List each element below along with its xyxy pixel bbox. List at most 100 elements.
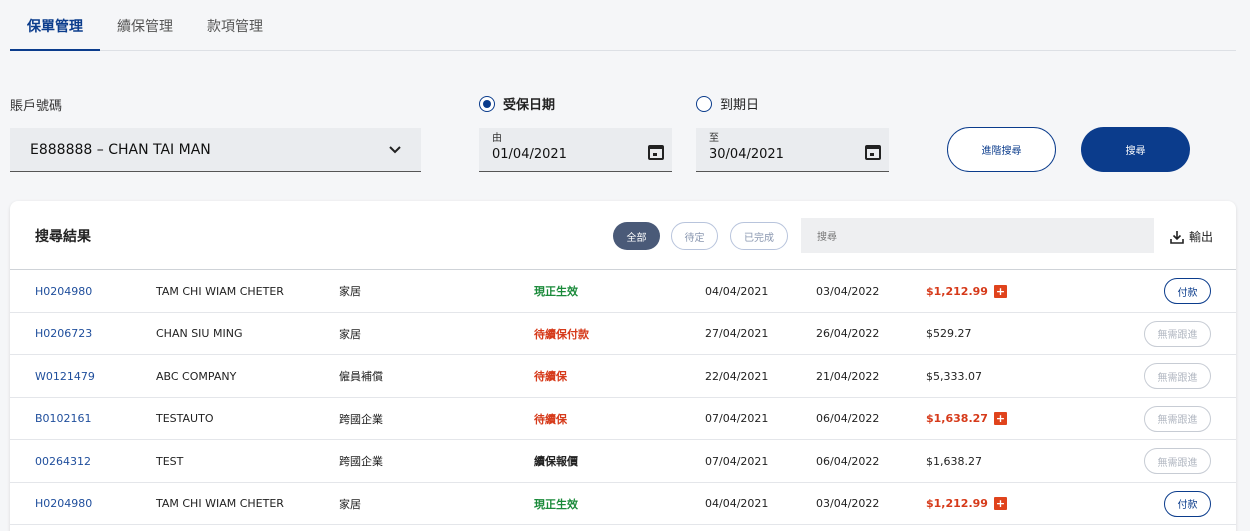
action-cell: 無需跟進 (1144, 355, 1211, 397)
filter-chip-completed[interactable]: 已完成 (730, 222, 788, 250)
no-follow-up-button: 無需跟進 (1144, 320, 1211, 347)
plus-icon[interactable]: + (993, 412, 1007, 425)
date-to-field[interactable]: 至 30/04/2021 (696, 128, 889, 172)
table-row: 00264312 TEST 跨國企業 續保報價 07/04/2021 06/04… (10, 440, 1236, 483)
end-date: 06/04/2022 (816, 454, 880, 468)
policy-number-link[interactable]: H0206723 (35, 313, 92, 355)
policy-type: 家居 (339, 327, 361, 341)
amount-value: $1,212.99 (926, 284, 988, 298)
action-cell: 無需跟進 (1144, 440, 1211, 482)
premium-amount: $1,638.27 + (926, 398, 1007, 440)
end-date: 06/04/2022 (816, 412, 880, 425)
no-follow-up-button: 無需跟進 (1144, 448, 1211, 474)
action-cell: 無需跟進 (1144, 313, 1211, 355)
policy-status: 待續保 (534, 412, 567, 426)
policy-type: 家居 (339, 497, 361, 511)
start-date: 22/04/2021 (705, 369, 769, 383)
table-row: B0102161 TESTAUTO 跨國企業 待續保 07/04/2021 06… (10, 398, 1236, 440)
date-to-value: 30/04/2021 (709, 147, 784, 162)
tab-payment-management[interactable]: 款項管理 (190, 0, 280, 51)
policy-holder: TAM CHI WIAM CHETER (156, 284, 284, 298)
no-follow-up-button: 無需跟進 (1144, 405, 1211, 432)
radio-checked-icon (479, 95, 495, 112)
amount-value: $1,638.27 (926, 454, 982, 468)
amount-value: $1,638.27 (926, 412, 988, 425)
policy-type: 跨國企業 (339, 455, 383, 468)
premium-amount: $5,333.07 (926, 355, 982, 397)
results-header: 搜尋結果 全部 待定 已完成 搜尋 輸出 (10, 201, 1236, 270)
tab-policy-management[interactable]: 保單管理 (10, 0, 100, 51)
account-label: 賬戶號碼 (10, 99, 63, 114)
filter-chip-pending[interactable]: 待定 (671, 222, 718, 250)
pay-button[interactable]: 付款 (1164, 490, 1211, 517)
action-cell: 付款 (1144, 270, 1211, 312)
policy-type: 跨國企業 (339, 412, 383, 426)
start-date: 07/04/2021 (705, 412, 769, 425)
results-title: 搜尋結果 (35, 229, 91, 245)
table-row: H0204980 TAM CHI WIAM CHETER 家居 現正生效 04/… (10, 270, 1236, 313)
date-from-field[interactable]: 由 01/04/2021 (479, 128, 672, 172)
policy-holder: TAM CHI WIAM CHETER (156, 497, 284, 510)
end-date: 03/04/2022 (816, 497, 880, 510)
policy-status: 現正生效 (534, 285, 578, 298)
end-date: 21/04/2022 (816, 369, 880, 383)
advanced-search-button[interactable]: 進階搜尋 (947, 127, 1056, 172)
end-date: 03/04/2022 (816, 284, 880, 298)
policy-number-link[interactable]: 00264312 (35, 440, 91, 482)
account-select[interactable]: E888888 – CHAN TAI MAN (10, 128, 421, 172)
radio-start-date[interactable]: 受保日期 (479, 94, 555, 113)
action-cell: 付款 (1144, 483, 1211, 525)
action-cell: 無需跟進 (1144, 398, 1211, 440)
date-from-caption: 由 (492, 133, 502, 144)
table-row: H0206723 CHAN SIU MING 家居 待續保付款 27/04/20… (10, 313, 1236, 355)
premium-amount: $1,638.27 (926, 440, 982, 482)
policy-type: 家居 (339, 285, 361, 298)
policy-type: 僱員補償 (339, 370, 383, 383)
tab-bar: 保單管理 續保管理 款項管理 (10, 0, 1236, 51)
amount-value: $1,212.99 (926, 497, 988, 510)
pay-button[interactable]: 付款 (1164, 278, 1211, 304)
results-search-input[interactable]: 搜尋 (801, 218, 1154, 253)
plus-icon[interactable]: + (993, 284, 1007, 298)
policy-number-link[interactable]: H0204980 (35, 270, 92, 312)
radio-expiry-date[interactable]: 到期日 (696, 94, 759, 113)
chevron-down-icon (389, 145, 401, 153)
policy-status: 現正生效 (534, 497, 578, 511)
policy-status: 續保報價 (534, 455, 578, 468)
policy-holder: ABC COMPANY (156, 369, 237, 383)
plus-icon[interactable]: + (993, 497, 1007, 510)
start-date: 04/04/2021 (705, 284, 769, 298)
table-row: W0121479 ABC COMPANY 僱員補償 待續保 22/04/2021… (10, 355, 1236, 398)
calendar-icon[interactable] (865, 145, 881, 160)
policy-holder: TESTAUTO (156, 412, 214, 425)
calendar-icon[interactable] (648, 145, 664, 160)
policy-number-link[interactable]: H0204980 (35, 483, 92, 525)
account-select-value: E888888 – CHAN TAI MAN (30, 141, 211, 158)
amount-value: $5,333.07 (926, 369, 982, 383)
policy-status: 待續保付款 (534, 327, 589, 341)
end-date: 26/04/2022 (816, 327, 880, 340)
premium-amount: $529.27 (926, 313, 972, 355)
download-icon (1170, 230, 1184, 244)
start-date: 27/04/2021 (705, 327, 769, 340)
start-date: 07/04/2021 (705, 454, 769, 468)
policy-number-link[interactable]: B0102161 (35, 398, 92, 440)
export-label: 輸出 (1189, 230, 1214, 244)
results-card: 搜尋結果 全部 待定 已完成 搜尋 輸出 H0204980 TAM CHI WI… (10, 201, 1236, 531)
start-date: 04/04/2021 (705, 497, 769, 510)
policy-holder: TEST (156, 454, 184, 468)
radio-start-date-label: 受保日期 (503, 98, 556, 113)
radio-unchecked-icon (696, 95, 712, 112)
filter-chip-all[interactable]: 全部 (613, 222, 660, 250)
no-follow-up-button: 無需跟進 (1144, 363, 1211, 389)
search-button[interactable]: 搜尋 (1081, 127, 1190, 172)
policy-holder: CHAN SIU MING (156, 327, 243, 340)
date-from-value: 01/04/2021 (492, 147, 567, 162)
premium-amount: $1,212.99 + (926, 270, 1007, 312)
tab-renewal-management[interactable]: 續保管理 (100, 0, 190, 51)
date-to-caption: 至 (709, 133, 719, 144)
export-button[interactable]: 輸出 (1170, 228, 1213, 245)
policy-number-link[interactable]: W0121479 (35, 355, 95, 397)
table-row: H0204980 TAM CHI WIAM CHETER 家居 現正生效 04/… (10, 483, 1236, 525)
policy-status: 待續保 (534, 370, 567, 383)
